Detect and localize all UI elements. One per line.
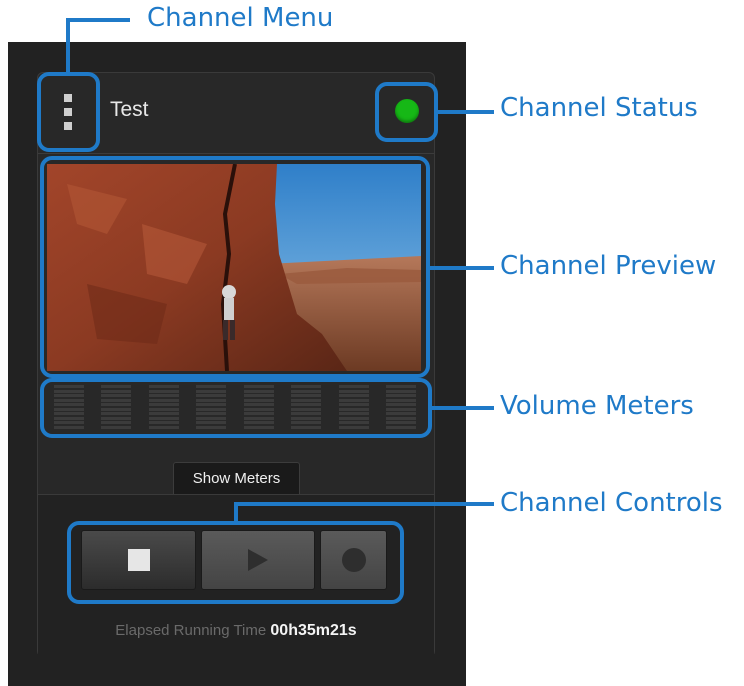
channel-menu-highlight xyxy=(37,72,100,152)
callout-volume-meters: Volume Meters xyxy=(500,391,694,421)
callout-channel-status: Channel Status xyxy=(500,93,698,123)
channel-status-highlight xyxy=(375,82,438,142)
elapsed-value: 00h35m21s xyxy=(270,622,357,639)
channel-controls-highlight xyxy=(67,521,404,604)
preview-connector xyxy=(430,266,494,270)
menu-connector-h xyxy=(66,18,130,22)
callout-channel-menu: Channel Menu xyxy=(147,3,334,33)
channel-preview-highlight xyxy=(40,156,430,378)
controls-connector-h xyxy=(234,502,494,506)
callout-channel-preview: Channel Preview xyxy=(500,251,717,281)
elapsed-running-time: Elapsed Running Time 00h35m21s xyxy=(38,622,434,640)
channel-name: Test xyxy=(110,98,149,121)
status-connector xyxy=(438,110,494,114)
menu-connector-v xyxy=(66,18,70,74)
meters-connector xyxy=(432,406,494,410)
show-meters-tab[interactable]: Show Meters xyxy=(173,462,300,494)
callout-channel-controls: Channel Controls xyxy=(500,488,723,518)
elapsed-label: Elapsed Running Time xyxy=(115,622,267,639)
volume-meters-highlight xyxy=(40,378,432,438)
